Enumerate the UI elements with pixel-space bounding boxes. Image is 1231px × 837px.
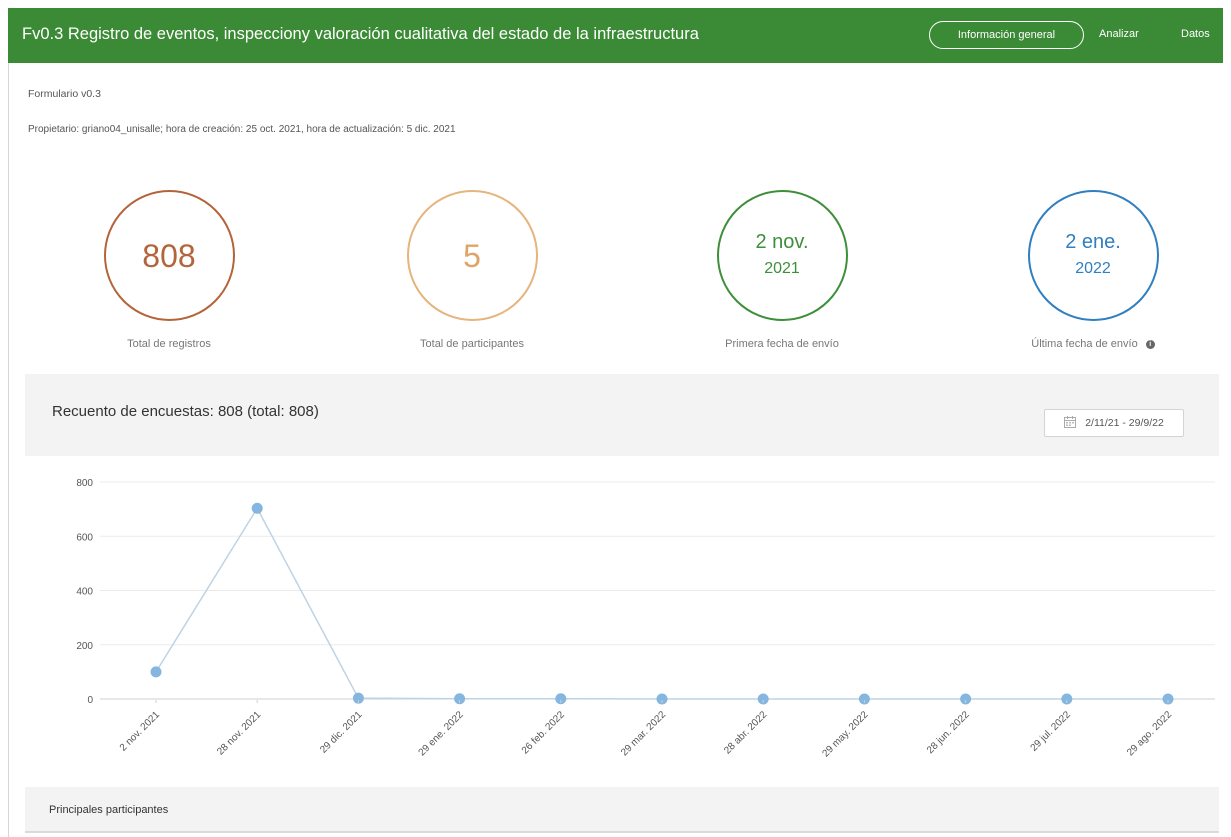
chart-gridlines [100, 481, 1215, 700]
x-tick-label: 29 jul. 2022 [1029, 709, 1074, 754]
x-tick-label: 29 ago. 2022 [1125, 709, 1174, 758]
app-header: Fv0.3 Registro de eventos, inspecciony v… [8, 8, 1223, 63]
x-tick-label: 29 ene. 2022 [417, 709, 466, 758]
y-tick-label: 400 [76, 587, 93, 598]
y-axis-ticks: 800 600 400 200 0 [76, 478, 93, 706]
records-value: 808 [142, 237, 196, 274]
y-tick-label: 0 [87, 695, 93, 706]
survey-count-line-chart: 800 600 400 200 0 2 nov. 2021 28 nov. 2021 29 … [76, 478, 1215, 759]
participants-circle: 5 [406, 190, 538, 321]
x-tick-label: 28 abr. 2022 [722, 709, 769, 756]
x-tick-label: 28 jun. 2022 [925, 709, 972, 756]
app-title: Fv0.3 Registro de eventos, inspecciony v… [22, 25, 699, 43]
first-date-circle: 2 nov. 2021 [716, 190, 848, 321]
participants-value: 5 [463, 237, 481, 274]
first-date-year: 2021 [764, 260, 800, 278]
y-tick-label: 600 [76, 532, 93, 543]
records-label: Total de registros [127, 338, 211, 350]
nav-data[interactable]: Datos [1181, 28, 1210, 40]
form-version: Formulario v0.3 [28, 88, 101, 100]
last-date-circle: 2 ene. 2022 [1027, 190, 1159, 321]
x-tick-label: 29 dic. 2021 [318, 709, 365, 756]
calendar-icon [1064, 415, 1077, 431]
y-tick-label: 800 [76, 478, 93, 489]
data-point[interactable] [251, 502, 263, 514]
top-participants-title: Principales participantes [49, 804, 169, 816]
x-tick-label: 26 feb. 2022 [520, 709, 567, 756]
kpi-last-submission: 2 ene. 2022 Última fecha de envío i [983, 190, 1203, 350]
nav-general-info[interactable]: Información general [929, 21, 1084, 49]
first-date-label: Primera fecha de envío [725, 338, 839, 350]
chart-title: Recuento de encuestas: 808 (total: 808) [52, 403, 319, 420]
kpi-first-submission: 2 nov. 2021 Primera fecha de envío [672, 190, 892, 350]
series-line [155, 506, 1168, 700]
x-tick-label: 29 mar. 2022 [619, 709, 668, 758]
chart-points [150, 502, 1174, 705]
nav-analyze[interactable]: Analizar [1099, 28, 1139, 40]
chart-header: Recuento de encuestas: 808 (total: 808) … [25, 374, 1219, 456]
y-tick-label: 200 [76, 641, 93, 652]
owner-info: Propietario: griano04_unisalle; hora de … [28, 124, 456, 135]
first-date-day: 2 nov. [755, 231, 809, 254]
records-circle: 808 [103, 190, 235, 321]
x-tick-label: 28 nov. 2021 [215, 709, 263, 757]
top-participants-header: Principales participantes [25, 787, 1219, 833]
kpi-total-records: 808 Total de registros [59, 190, 279, 350]
last-date-label: Última fecha de envío [1031, 338, 1138, 350]
x-tick-label: 2 nov. 2021 [118, 709, 163, 754]
data-point[interactable] [150, 666, 162, 678]
chart-series-line [155, 506, 1168, 700]
last-date-year: 2022 [1075, 260, 1111, 278]
date-range-value: 2/11/21 - 29/9/22 [1085, 417, 1164, 429]
x-axis-ticks: 2 nov. 2021 28 nov. 2021 29 dic. 2021 29 en… [118, 700, 1174, 759]
x-tick-label: 29 may. 2022 [820, 709, 870, 759]
kpi-total-participants: 5 Total de participantes [362, 190, 582, 350]
info-icon[interactable]: i [1145, 340, 1155, 349]
last-date-day: 2 ene. [1065, 231, 1121, 254]
date-range-picker[interactable]: 2/11/21 - 29/9/22 [1044, 409, 1184, 437]
participants-label: Total de participantes [420, 338, 524, 350]
last-date-label-row: Última fecha de envío i [983, 338, 1203, 350]
content-border [8, 63, 9, 837]
